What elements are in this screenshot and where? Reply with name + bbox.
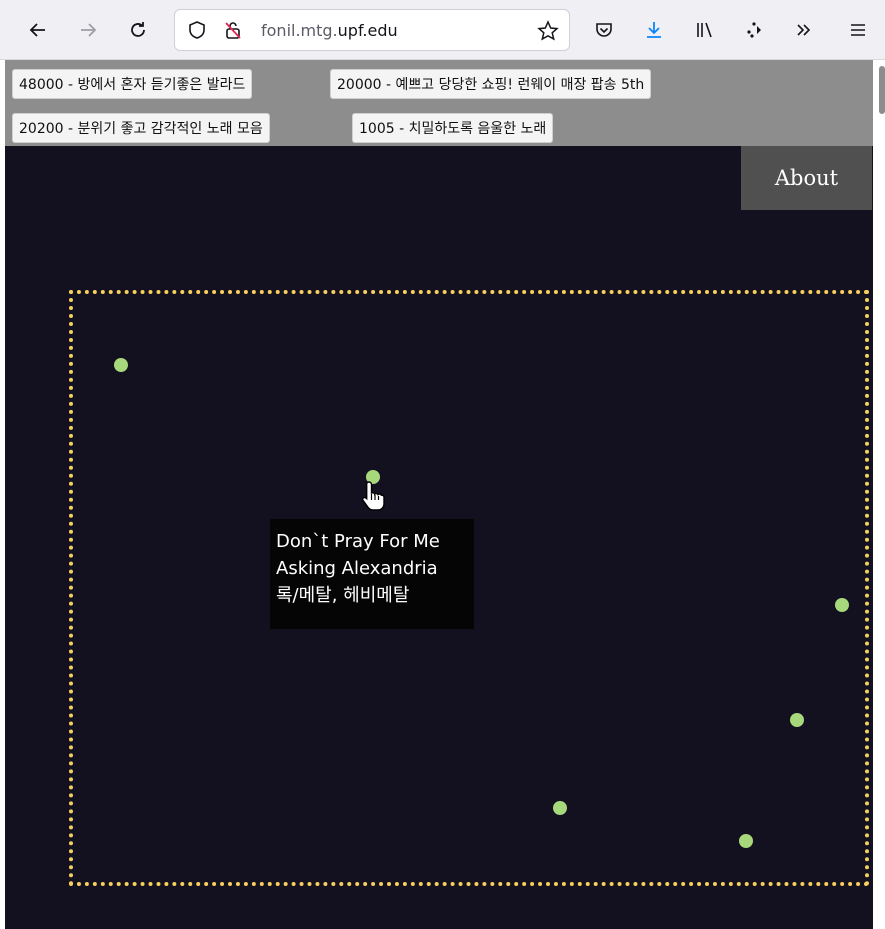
playlist-pill[interactable]: 1005 - 치밀하도록 음울한 노래 [352, 113, 554, 143]
playlist-pill[interactable]: 20200 - 분위기 좋고 감각적인 노래 모음 [12, 113, 270, 143]
song-dot[interactable] [739, 834, 753, 848]
extensions-icon[interactable] [736, 12, 772, 48]
song-tooltip: Don`t Pray For Me Asking Alexandria 록/메탈… [270, 519, 474, 629]
lock-slash-icon[interactable] [223, 20, 243, 44]
song-dot[interactable] [790, 713, 804, 727]
playlist-pill[interactable]: 48000 - 방에서 혼자 듣기좋은 발라드 [12, 69, 253, 99]
playlist-pill[interactable]: 20000 - 예쁘고 당당한 쇼핑! 런웨이 매장 팝송 5th [330, 69, 652, 99]
song-dot[interactable] [114, 358, 128, 372]
overflow-chevron-icon[interactable] [786, 12, 822, 48]
download-icon[interactable] [636, 12, 672, 48]
url-text[interactable]: fonil.mtg.upf.edu [261, 21, 398, 40]
library-icon[interactable] [686, 12, 722, 48]
browser-toolbar: fonil.mtg.upf.edu [0, 0, 885, 60]
playlist-scrollbar-thumb[interactable] [879, 66, 885, 114]
back-arrow-icon[interactable] [20, 12, 56, 48]
menu-icon[interactable] [840, 12, 876, 48]
playlist-bar: 48000 - 방에서 혼자 듣기좋은 발라드 20000 - 예쁘고 당당한 … [5, 60, 873, 146]
pocket-icon[interactable] [586, 12, 622, 48]
hand-cursor-icon [357, 478, 393, 514]
star-icon[interactable] [537, 20, 559, 46]
tooltip-artist: Asking Alexandria [276, 558, 438, 579]
reload-icon[interactable] [120, 12, 156, 48]
song-dot[interactable] [553, 801, 567, 815]
forward-arrow-icon[interactable] [70, 12, 106, 48]
song-dot[interactable] [835, 598, 849, 612]
about-button[interactable]: About [741, 146, 872, 210]
url-bar[interactable]: fonil.mtg.upf.edu [174, 9, 570, 51]
tooltip-song-title: Don`t Pray For Me [276, 531, 440, 552]
page-right-margin [873, 146, 885, 929]
tooltip-genre: 록/메탈, 헤비메탈 [276, 585, 410, 606]
shield-icon[interactable] [187, 20, 207, 44]
